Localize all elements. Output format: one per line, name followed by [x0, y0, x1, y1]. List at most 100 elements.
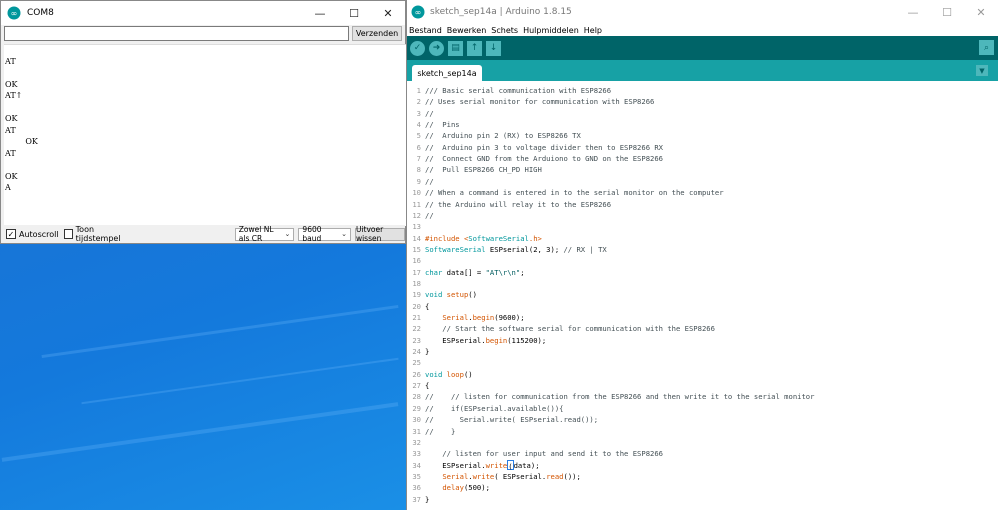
- code-line: 28 // // listen for communication from th…: [407, 391, 814, 402]
- code-line: 33 // listen for user input and send it …: [407, 448, 663, 459]
- code-token: // When a command is entered in to the s…: [425, 188, 724, 198]
- checkbox-checked-icon[interactable]: ✓: [6, 229, 16, 239]
- timestamp-checkbox[interactable]: Toon tijdstempel: [63, 225, 134, 243]
- code-token: ESPserial(2, 3);: [485, 244, 564, 254]
- code-token: // }: [425, 426, 456, 436]
- code-line: 9 //: [407, 176, 434, 187]
- line-number: 26: [412, 369, 421, 379]
- code-line: 18: [407, 278, 425, 289]
- code-token: ESPserial.: [425, 460, 486, 470]
- line-number: 27: [412, 381, 421, 391]
- ide-titlebar[interactable]: ∞ sketch_sep14a | Arduino 1.8.15 — ☐ ✕: [407, 0, 998, 24]
- code-line: 30 // Serial.write( ESPserial.read());: [407, 414, 598, 425]
- code-token: void: [425, 369, 443, 379]
- menu-help[interactable]: Help: [584, 26, 602, 35]
- menu-tools[interactable]: Hulpmiddelen: [523, 26, 579, 35]
- close-icon[interactable]: ✕: [964, 0, 998, 24]
- code-line: 17 char data[] = "AT\r\n";: [407, 267, 524, 278]
- code-token: // the Arduino will relay it to the ESP8…: [425, 199, 612, 209]
- serial-output-line: AT: [5, 126, 16, 135]
- ide-window: ∞ sketch_sep14a | Arduino 1.8.15 — ☐ ✕ B…: [406, 0, 998, 510]
- line-number: 1: [416, 86, 421, 95]
- code-token: /// Basic serial communication with ESP8…: [425, 86, 612, 95]
- serial-output-line: AT↑: [5, 91, 23, 100]
- code-line: 31 // }: [407, 426, 455, 437]
- code-token: (): [463, 369, 473, 379]
- save-sketch-icon[interactable]: ↓: [486, 40, 501, 56]
- serial-send-input[interactable]: [4, 25, 350, 41]
- code-token: //: [425, 210, 434, 220]
- serial-output-line: A: [5, 183, 11, 192]
- line-number: 34: [412, 460, 421, 470]
- baud-select[interactable]: 9600 baud ⌄: [298, 225, 351, 243]
- send-button[interactable]: Verzenden: [352, 25, 402, 41]
- autoscroll-checkbox[interactable]: ✓ Autoscroll: [6, 229, 59, 239]
- code-line: 35 Serial.write( ESPserial.read());: [407, 471, 580, 482]
- checkbox-unchecked-icon[interactable]: [63, 229, 73, 239]
- serial-input-row: Verzenden: [1, 25, 405, 41]
- line-number: 5: [416, 131, 421, 141]
- line-number: 8: [416, 165, 421, 175]
- code-token: begin: [472, 313, 495, 322]
- line-number: 3: [416, 108, 421, 118]
- code-line: 11 // the Arduino will relay it to the ES…: [407, 199, 611, 210]
- serial-output-area[interactable]: AT OK AT↑ OK AT OK AT OK A: [4, 44, 406, 226]
- code-token: SoftwareSerial: [425, 244, 486, 254]
- code-token: ESPserial.: [425, 335, 486, 345]
- line-number: 4: [416, 120, 421, 130]
- maximize-icon[interactable]: ☐: [930, 0, 964, 24]
- code-editor[interactable]: 1 /// Basic serial communication with ESP…: [407, 81, 998, 510]
- ide-menubar: Bestand Bewerken Schets Hulpmiddelen Hel…: [407, 24, 998, 36]
- minimize-icon[interactable]: —: [303, 1, 337, 25]
- code-token: ( ESPserial.: [494, 471, 547, 481]
- code-token: // Arduino pin 2 (RX) to ESP8266 TX: [425, 131, 581, 141]
- line-number: 30: [412, 415, 421, 425]
- code-line: 37}: [407, 494, 429, 505]
- serial-output-line: OK: [5, 137, 38, 146]
- upload-icon[interactable]: ➜: [429, 40, 444, 56]
- code-line: 36 delay(500);: [407, 482, 490, 493]
- line-number: 37: [412, 494, 421, 504]
- code-line: 27 {: [407, 380, 429, 391]
- arduino-app-icon: ∞: [411, 5, 425, 19]
- code-token: char: [425, 267, 443, 277]
- code-line: 32: [407, 437, 425, 448]
- code-token: write: [472, 471, 495, 481]
- code-line: 29 // if(ESPserial.available()){: [407, 403, 563, 414]
- serial-monitor-window: ∞ COM8 — ☐ ✕ Verzenden AT OK AT↑ OK AT O…: [0, 0, 406, 244]
- line-ending-select[interactable]: Zowel NL als CR ⌄: [234, 225, 295, 243]
- line-number: 24: [412, 347, 421, 357]
- menu-edit[interactable]: Bewerken: [447, 26, 487, 35]
- maximize-icon[interactable]: ☐: [337, 1, 371, 25]
- line-number: 18: [412, 278, 421, 288]
- menu-sketch[interactable]: Schets: [491, 26, 518, 35]
- code-token: // Uses serial monitor for communication…: [425, 97, 655, 107]
- code-token: (500);: [463, 483, 490, 493]
- tab-menu-icon[interactable]: ▼: [976, 65, 988, 76]
- code-line: 20 {: [407, 301, 429, 312]
- chevron-down-icon: ⌄: [284, 230, 291, 238]
- clear-output-button[interactable]: Uitvoer wissen: [354, 225, 406, 243]
- minimize-icon[interactable]: —: [896, 0, 930, 24]
- code-line: 24}: [407, 346, 429, 357]
- line-number: 35: [412, 471, 421, 481]
- code-token: delay: [442, 483, 464, 493]
- ide-toolbar: ✓ ➜ ▤ ↑ ↓ ⌕: [407, 36, 998, 60]
- new-sketch-icon[interactable]: ▤: [448, 40, 463, 56]
- code-line: 1 /// Basic serial communication with ESP…: [407, 85, 611, 96]
- code-token: // Pull ESP8266 CH_PD HIGH: [425, 165, 542, 175]
- line-number: 21: [412, 313, 421, 322]
- line-number: 14: [412, 233, 421, 243]
- close-icon[interactable]: ✕: [371, 1, 405, 25]
- arduino-app-icon: ∞: [7, 6, 21, 20]
- code-token: read: [546, 471, 564, 481]
- menu-file[interactable]: Bestand: [409, 26, 442, 35]
- open-sketch-icon[interactable]: ↑: [467, 40, 482, 56]
- verify-icon[interactable]: ✓: [410, 40, 425, 56]
- tab-sketch[interactable]: sketch_sep14a: [412, 65, 482, 81]
- ide-tabbar: sketch_sep14a ▼: [407, 60, 998, 81]
- serial-titlebar[interactable]: ∞ COM8 — ☐ ✕: [1, 1, 405, 25]
- code-token: #include <: [425, 233, 469, 243]
- serial-monitor-icon[interactable]: ⌕: [979, 40, 994, 55]
